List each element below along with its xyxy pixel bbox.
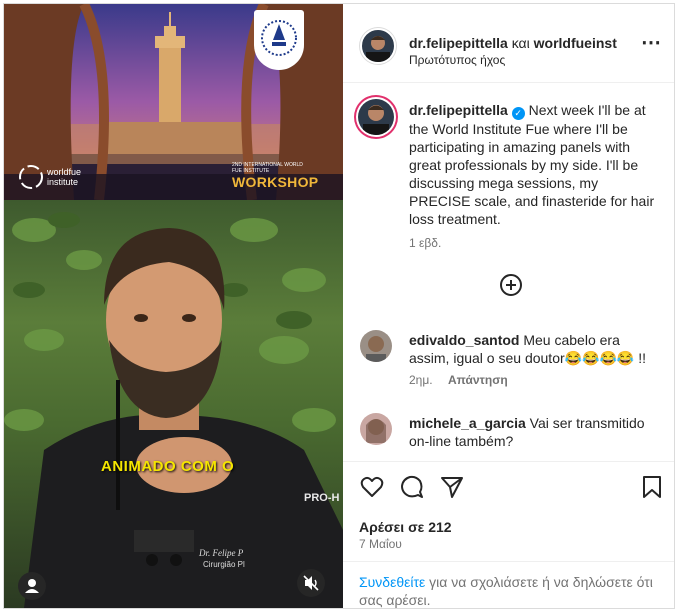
like-button[interactable]	[359, 474, 385, 500]
coauthor-username-link[interactable]: worldfueinst	[534, 35, 617, 51]
shirt-name-tag: Dr. Felipe P	[199, 548, 244, 558]
comment-bubble-icon	[401, 475, 423, 498]
reply-button[interactable]: Απάντηση	[448, 373, 508, 387]
share-button[interactable]	[439, 474, 465, 500]
more-options-button[interactable]: ⋯	[641, 33, 661, 53]
mute-button[interactable]	[297, 569, 325, 597]
paper-plane-icon	[441, 477, 463, 498]
coauthor-connector: και	[511, 35, 530, 51]
shirt-title-tag: Cirurgião Pl	[203, 560, 245, 569]
worldfue-logo-icon	[19, 165, 43, 189]
bookmark-icon	[643, 476, 661, 498]
login-prompt: Συνδεθείτε για να σχολιάσετε ή να δηλώσε…	[343, 561, 674, 609]
comment-username-link[interactable]: michele_a_garcia	[409, 415, 526, 431]
author-username-link[interactable]: dr.felipepittella	[409, 35, 508, 51]
shirt-brand-tag: PRO-H	[304, 492, 340, 504]
load-more-comments-button[interactable]	[499, 273, 523, 297]
workshop-title-block: 2ND INTERNATIONAL WORLD FUE INSTITUTE WO…	[232, 162, 338, 190]
verified-badge-icon: ✓	[511, 107, 525, 120]
comment-username-link[interactable]: edivaldo_santod	[409, 332, 519, 348]
original-audio-link[interactable]: Πρωτότυπος ήχος	[409, 53, 505, 67]
author-avatar[interactable]	[360, 28, 396, 64]
caption-text: Next week I'll be at the World Institute…	[409, 102, 655, 227]
commenter-avatar[interactable]	[360, 330, 392, 362]
heart-icon	[360, 476, 384, 497]
likes-count[interactable]: Αρέσει σε 212	[359, 518, 452, 536]
post-media[interactable]: worldfue institute 2ND INTERNATIONAL WOR…	[4, 4, 343, 608]
post-actions: Αρέσει σε 212 7 Μαΐου	[343, 461, 674, 561]
save-button[interactable]	[641, 474, 663, 500]
plus-circle-icon	[500, 274, 522, 296]
worldfue-logo: worldfue institute	[18, 164, 81, 190]
workshop-banner-image: worldfue institute 2ND INTERNATIONAL WOR…	[4, 4, 343, 200]
speaker-muted-icon	[303, 575, 319, 591]
post-caption: dr.felipepittella ✓ Next week I'll be at…	[409, 101, 659, 228]
caption-username-link[interactable]: dr.felipepittella	[409, 102, 508, 118]
post-side-panel: dr.felipepittella και worldfueinst Πρωτό…	[343, 4, 674, 608]
caption-author-avatar[interactable]	[358, 99, 394, 135]
workshop-subtitle: 2ND INTERNATIONAL WORLD FUE INSTITUTE	[232, 162, 303, 174]
comment-time: 2ημ.	[409, 373, 433, 387]
comment-item: edivaldo_santod Meu cabelo era assim, ig…	[409, 331, 659, 367]
instagram-post: worldfue institute 2ND INTERNATIONAL WOR…	[3, 3, 675, 609]
workshop-title: WORKSHOP	[232, 174, 319, 190]
login-link[interactable]: Συνδεθείτε	[359, 574, 425, 590]
video-player[interactable]: ANIMADO COM O Dr. Felipe P Cirurgião Pl …	[4, 200, 343, 608]
workshop-badge-logo	[254, 10, 304, 70]
video-caption: ANIMADO COM O	[101, 458, 235, 475]
comment-button[interactable]	[399, 474, 425, 500]
caption-time: 1 εβδ.	[409, 236, 442, 250]
commenter-avatar[interactable]	[360, 413, 392, 445]
brand-line2: institute	[47, 177, 79, 187]
post-date[interactable]: 7 Μαΐου	[359, 537, 402, 551]
comments-section: dr.felipepittella ✓ Next week I'll be at…	[343, 83, 674, 462]
user-icon	[25, 579, 39, 593]
post-header: dr.felipepittella και worldfueinst Πρωτό…	[343, 4, 674, 83]
video-frame	[4, 212, 343, 608]
comment-item: michele_a_garcia Vai ser transmitido on-…	[409, 414, 659, 450]
tagged-users-button[interactable]	[18, 572, 46, 600]
brand-line1: worldfue	[47, 167, 82, 177]
